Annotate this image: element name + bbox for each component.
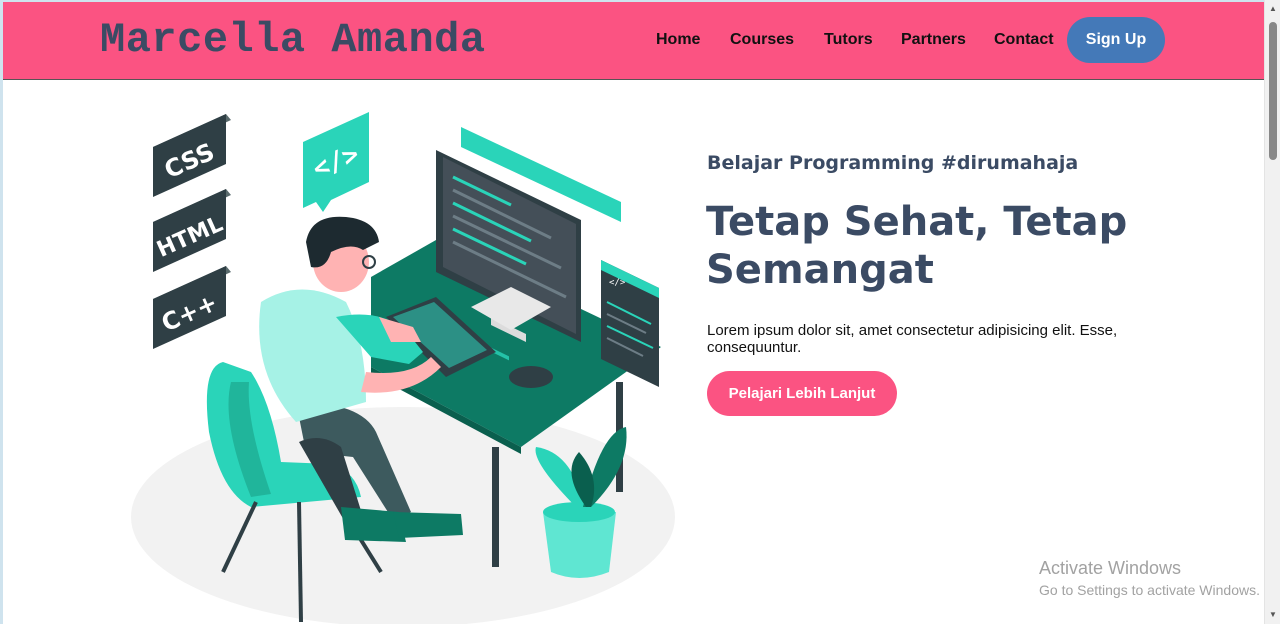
vertical-scrollbar[interactable]: ▲ ▼ xyxy=(1264,0,1280,624)
html-badge: HTML xyxy=(153,189,231,272)
cpp-badge: C++ xyxy=(153,266,231,349)
scrollbar-thumb[interactable] xyxy=(1269,22,1277,160)
scroll-down-arrow-icon[interactable]: ▼ xyxy=(1268,610,1278,620)
window-tag-label: </> xyxy=(609,278,626,288)
learn-more-button[interactable]: Pelajari Lebih Lanjut xyxy=(707,371,897,416)
hero-title: Tetap Sehat, Tetap Semangat xyxy=(706,199,1128,293)
nav-link-contact[interactable]: Contact xyxy=(994,31,1054,49)
brand-logo-text[interactable]: Marcella Amanda xyxy=(100,16,486,64)
activate-windows-subtitle: Go to Settings to activate Windows. xyxy=(1039,582,1260,598)
css-badge: CSS xyxy=(153,114,231,197)
desk-leg xyxy=(492,447,499,567)
hero-illustration: CSS HTML C++ </> </> xyxy=(131,112,675,624)
nav-link-home[interactable]: Home xyxy=(656,31,700,49)
nav-link-courses[interactable]: Courses xyxy=(730,31,794,49)
hero-description: Lorem ipsum dolor sit, amet consectetur … xyxy=(707,322,1118,356)
nav-link-tutors[interactable]: Tutors xyxy=(824,31,873,49)
activate-windows-title: Activate Windows xyxy=(1039,558,1182,578)
code-bubble-icon: </> xyxy=(303,112,369,212)
signup-button[interactable]: Sign Up xyxy=(1067,17,1165,63)
navbar: Marcella Amanda Home Courses Tutors Part… xyxy=(3,2,1264,80)
hero-subtitle: Belajar Programming #dirumahaja xyxy=(707,152,1079,174)
browser-viewport: Marcella Amanda Home Courses Tutors Part… xyxy=(3,2,1264,624)
mouse xyxy=(509,366,553,388)
scroll-up-arrow-icon[interactable]: ▲ xyxy=(1268,4,1278,14)
nav-link-partners[interactable]: Partners xyxy=(901,31,966,49)
